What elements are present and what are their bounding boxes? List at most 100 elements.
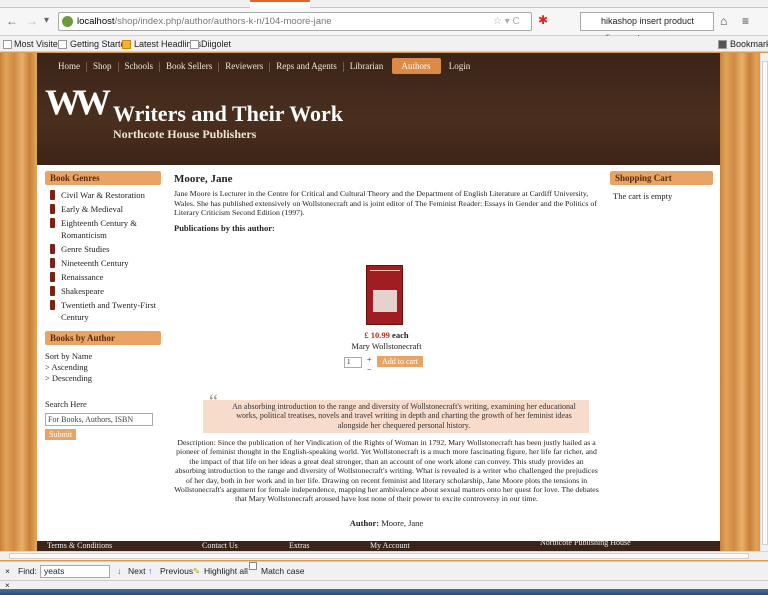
main-content: Moore, Jane Jane Moore is Lecturer in th… [174, 173, 599, 528]
menu-librarian[interactable]: Librarian [344, 58, 389, 74]
genre-label: Twentieth and Twenty-First Century [61, 300, 157, 322]
footer-account[interactable]: My Account [370, 541, 410, 550]
url-bar[interactable]: localhost/shop/index.php/author/authors-… [58, 12, 532, 31]
site-header: Home Shop Schools Book Sellers Reviewers Reps… [37, 53, 720, 165]
menu-authors[interactable]: Authors [391, 58, 441, 74]
genre-item[interactable]: Renaissance [45, 271, 161, 283]
author-value: Moore, Jane [379, 518, 424, 528]
menu-home[interactable]: Home [52, 58, 86, 74]
back-icon[interactable]: ← [6, 14, 18, 28]
genre-item[interactable]: Civil War & Restoration [45, 189, 161, 201]
product-quote: “ An absorbing introduction to the range… [203, 392, 589, 433]
horizontal-scrollbar[interactable] [0, 551, 768, 560]
highlight-all-button[interactable]: Highlight all [204, 562, 248, 580]
book-icon [50, 272, 55, 282]
genre-label: Eighteenth Century & Romanticism [61, 218, 137, 240]
genre-item[interactable]: Shakespeare [45, 285, 161, 297]
status-bar: × [0, 580, 768, 590]
search-input[interactable]: hikashop insert product alignment [580, 12, 714, 43]
menu-schools[interactable]: Schools [119, 58, 160, 74]
price-suffix: each [389, 330, 409, 340]
site-page: Home Shop Schools Book Sellers Reviewers Reps… [37, 53, 720, 551]
bookmark-diigolet[interactable]: Diigolet [201, 36, 231, 52]
menu-book-sellers[interactable]: Book Sellers [160, 58, 218, 74]
book-cover-image[interactable] [366, 265, 403, 325]
cover-portrait [373, 290, 397, 312]
find-input[interactable]: yeats [40, 565, 110, 578]
cover-title-band [370, 270, 400, 271]
scrollbar-thumb[interactable] [762, 61, 768, 545]
search-label: Search Here [45, 399, 87, 409]
bookmark-most-visited[interactable]: Most Visited [14, 36, 63, 52]
footer-terms[interactable]: Terms & Conditions [47, 541, 112, 550]
url-path: /shop/index.php/author/authors-k-n/104-m… [114, 16, 332, 27]
star-icon[interactable]: ☆ ▾ C [493, 13, 520, 30]
footer-extras[interactable]: Extras [289, 541, 309, 550]
product-price-line: £ 10.99 each [174, 330, 599, 340]
quantity-minus-button[interactable]: − [367, 365, 372, 374]
previous-icon[interactable]: ↑ [148, 562, 152, 580]
publications-heading: Publications by this author: [174, 222, 275, 233]
main-menu: Home Shop Schools Book Sellers Reviewers Reps… [52, 58, 476, 76]
menu-shop[interactable]: Shop [87, 58, 118, 74]
book-icon [50, 244, 55, 254]
history-icon[interactable]: ▾ [44, 15, 49, 26]
highlight-icon: ✎ [193, 566, 201, 576]
bookmarks-toolbar: Most Visited Getting Started Latest Head… [0, 36, 768, 52]
genre-label: Nineteenth Century [61, 258, 129, 268]
footer-contact[interactable]: Contact Us [202, 541, 238, 550]
addon-icon[interactable]: ✱ [538, 13, 548, 27]
navigation-toolbar: ← → ▾ localhost/shop/index.php/author/au… [0, 8, 768, 43]
site-search-input[interactable]: For Books, Authors, ISBN [45, 413, 153, 426]
menu-icon[interactable]: ≡ [742, 14, 749, 28]
genre-item[interactable]: Eighteenth Century & Romanticism [45, 217, 161, 241]
vertical-scrollbar[interactable] [760, 53, 768, 551]
menu-reviewers[interactable]: Reviewers [219, 58, 269, 74]
bookmark-icon [58, 40, 67, 49]
next-icon[interactable]: ↓ [117, 562, 121, 580]
sort-label: Sort by Name [45, 351, 93, 361]
site-title: Writers and Their Work [113, 101, 344, 126]
genre-item[interactable]: Nineteenth Century [45, 257, 161, 269]
cart-heading: Shopping Cart [610, 171, 713, 185]
sort-descending-link[interactable]: > Descending [45, 373, 161, 384]
url-host: localhost [77, 16, 115, 27]
add-to-cart-button[interactable]: Add to cart [377, 356, 423, 367]
home-icon[interactable]: ⌂ [720, 14, 727, 28]
genre-item[interactable]: Twentieth and Twenty-First Century [45, 299, 161, 323]
bookmark-icon [190, 40, 199, 49]
product-price: £ 10.99 [364, 330, 390, 340]
cart-empty-text: The cart is empty [613, 191, 673, 201]
quantity-plus-button[interactable]: + [367, 355, 372, 364]
forward-icon[interactable]: → [26, 14, 38, 28]
site-footer: Terms & Conditions Contact Us Extras My … [37, 538, 720, 551]
tab-strip[interactable] [0, 0, 768, 8]
scrollbar-thumb[interactable] [9, 553, 749, 559]
site-icon [62, 16, 73, 27]
quantity-input[interactable]: 1 [344, 357, 362, 368]
menu-reps-and-agents[interactable]: Reps and Agents [270, 58, 343, 74]
bookmarks-menu[interactable]: Bookmarks [730, 36, 768, 52]
find-previous-button[interactable]: Previous [160, 562, 193, 580]
active-tab[interactable] [250, 0, 310, 8]
genre-label: Genre Studies [61, 244, 110, 254]
close-icon[interactable]: × [5, 562, 10, 580]
book-icon [50, 218, 55, 228]
taskbar[interactable] [0, 589, 768, 595]
product-title[interactable]: Mary Wollstonecraft [174, 341, 599, 351]
genre-item[interactable]: Genre Studies [45, 243, 161, 255]
submit-button[interactable]: Submit [45, 429, 77, 440]
sort-ascending-link[interactable]: > Ascending [45, 362, 161, 373]
genre-item[interactable]: Early & Medieval [45, 203, 161, 215]
author-bio: Jane Moore is Lecturer in the Centre for… [174, 189, 597, 218]
right-sidebar: Shopping Cart The cart is empty [610, 171, 713, 202]
author-label: Author: [349, 518, 380, 528]
genre-list: Civil War & Restoration Early & Medieval… [45, 189, 161, 323]
bookmark-icon [3, 40, 12, 49]
find-label: Find: [18, 566, 37, 576]
by-author-heading: Books by Author [45, 331, 161, 345]
site-logo[interactable]: WW [45, 81, 111, 123]
match-case-label[interactable]: Match case [261, 562, 304, 580]
find-next-button[interactable]: Next [128, 562, 145, 580]
menu-login[interactable]: Login [443, 58, 477, 74]
